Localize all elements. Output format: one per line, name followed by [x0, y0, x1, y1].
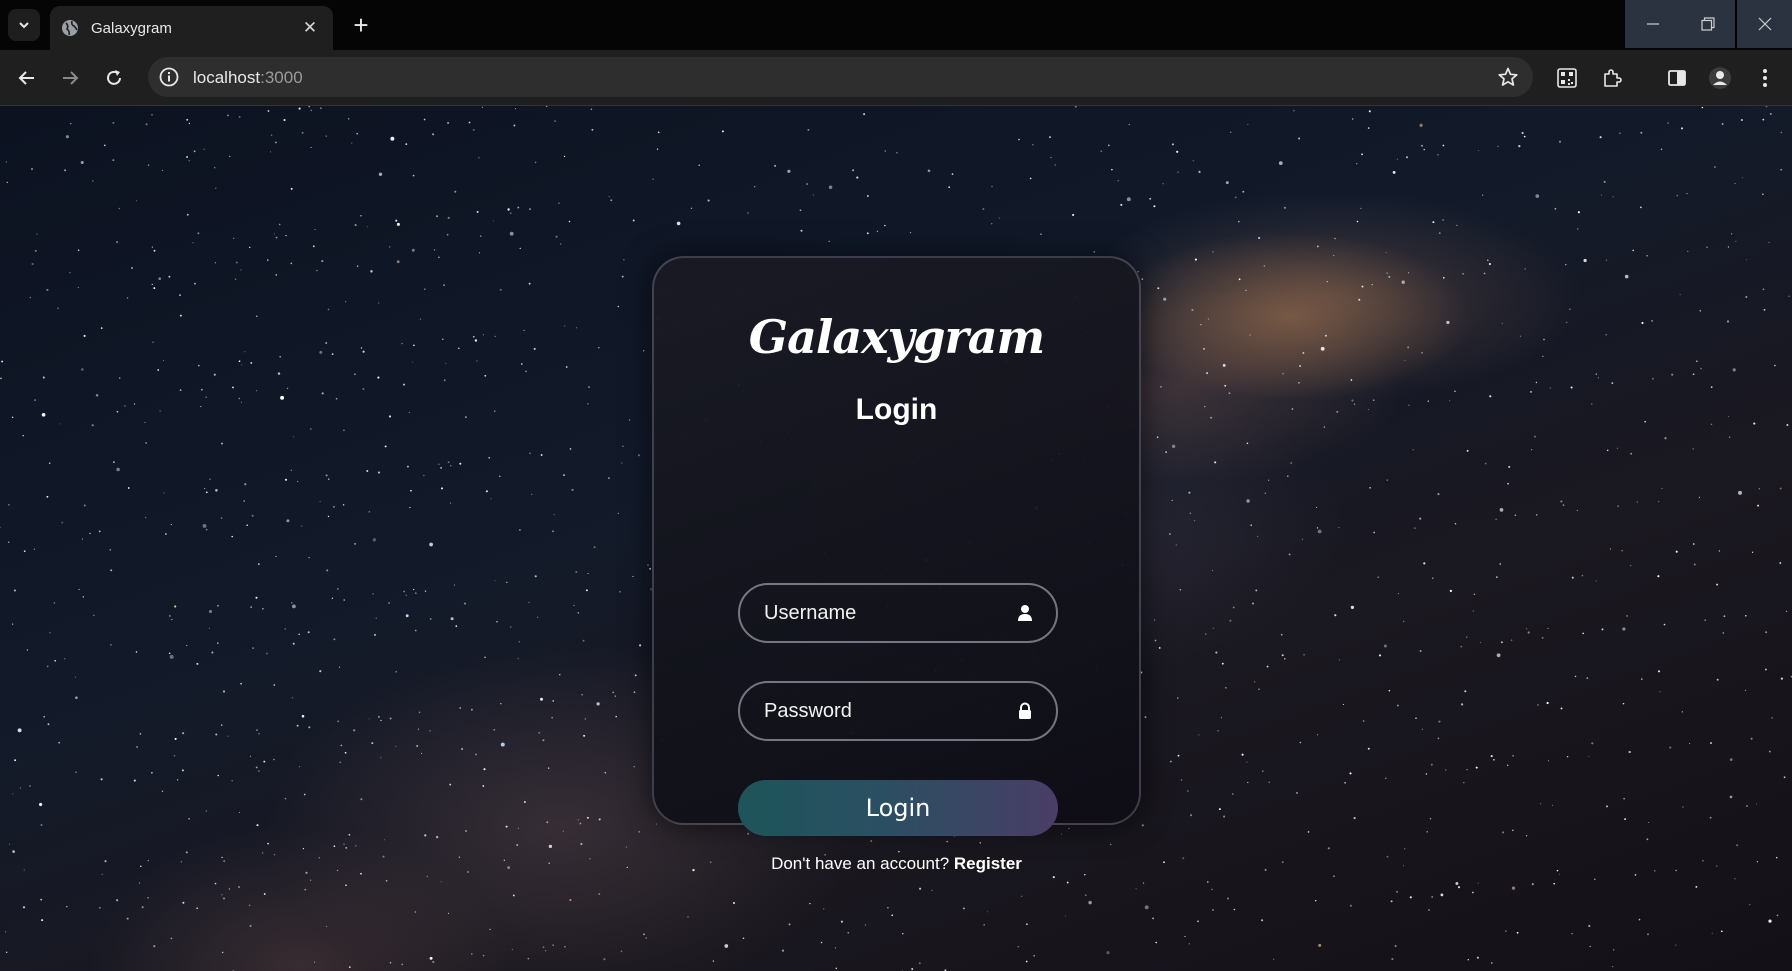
- minimize-window-button[interactable]: [1625, 0, 1680, 48]
- close-window-button[interactable]: [1737, 0, 1792, 48]
- username-input[interactable]: [740, 585, 1056, 641]
- register-prompt-text: Don't have an account?: [771, 854, 950, 873]
- tab-strip: Galaxygram ✕ +: [0, 0, 1792, 50]
- register-link[interactable]: Register: [954, 854, 1022, 873]
- globe-icon: [62, 20, 78, 36]
- url-host: localhost: [193, 68, 261, 87]
- side-panel-icon: [1668, 70, 1686, 86]
- close-icon: [1758, 17, 1771, 31]
- extensions-button[interactable]: [1599, 65, 1625, 91]
- user-icon: [1018, 605, 1032, 621]
- minimize-icon: [1646, 23, 1659, 25]
- url-text: localhost:3000: [193, 68, 303, 88]
- reload-icon: [107, 70, 121, 85]
- register-prompt-line: Don't have an account? Register: [654, 854, 1139, 874]
- tab-search-button[interactable]: [8, 9, 40, 41]
- username-field: [738, 583, 1058, 643]
- chevron-down-icon: [19, 22, 29, 29]
- new-tab-button[interactable]: +: [345, 9, 377, 41]
- browser-toolbar: localhost:3000: [0, 50, 1792, 106]
- address-bar[interactable]: localhost:3000: [148, 57, 1533, 97]
- back-button[interactable]: [11, 62, 43, 94]
- password-input[interactable]: [740, 683, 1056, 739]
- browser-menu-button[interactable]: [1752, 65, 1778, 91]
- more-vert-icon: [1763, 69, 1767, 87]
- brand-logo: Galaxygram: [748, 310, 1045, 364]
- qr-code-button[interactable]: [1554, 65, 1580, 91]
- browser-tab[interactable]: Galaxygram ✕: [50, 6, 333, 50]
- password-field: [738, 681, 1058, 741]
- tab-title: Galaxygram: [91, 19, 172, 37]
- tab-close-icon[interactable]: ✕: [297, 15, 323, 41]
- forward-button[interactable]: [54, 62, 86, 94]
- page-background: Galaxygram Login Login Don't have an acc…: [0, 106, 1792, 971]
- profile-icon: [1709, 67, 1731, 89]
- info-icon[interactable]: [158, 66, 180, 88]
- restore-window-button[interactable]: [1680, 0, 1735, 48]
- side-panel-button[interactable]: [1664, 65, 1690, 91]
- puzzle-icon: [1604, 69, 1622, 87]
- arrow-right-icon: [63, 71, 79, 85]
- arrow-left-icon: [18, 71, 34, 85]
- restore-icon: [1700, 17, 1715, 31]
- url-port: :3000: [260, 68, 303, 87]
- login-heading: Login: [855, 393, 938, 426]
- login-button[interactable]: Login: [738, 780, 1058, 836]
- lock-icon: [1019, 702, 1031, 719]
- profile-button[interactable]: [1707, 65, 1733, 91]
- bookmark-star-icon[interactable]: [1497, 66, 1519, 88]
- qr-code-icon: [1557, 68, 1577, 88]
- reload-button[interactable]: [98, 62, 130, 94]
- login-card: Galaxygram Login Login Don't have an acc…: [652, 256, 1141, 873]
